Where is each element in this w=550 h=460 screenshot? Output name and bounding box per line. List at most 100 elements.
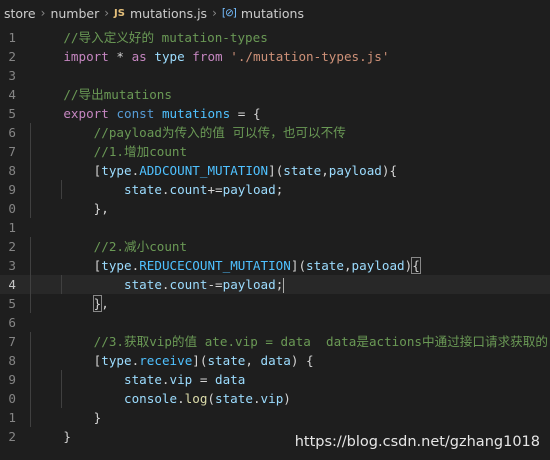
token: type xyxy=(101,163,132,178)
code-text: } xyxy=(33,427,71,446)
token: }, xyxy=(93,201,109,216)
token: , xyxy=(321,163,329,178)
javascript-file-icon: JS xyxy=(114,7,125,19)
code-line[interactable]: 2 //2.减小count xyxy=(0,237,550,256)
token: count xyxy=(169,277,208,292)
code-line[interactable]: 1 } xyxy=(0,408,550,427)
token: type xyxy=(154,49,185,64)
code-text: //导出mutations xyxy=(33,85,172,104)
line-number: 4 xyxy=(8,277,16,292)
token: state xyxy=(306,258,344,273)
line-number: 2 xyxy=(8,429,16,444)
token: //导出mutations xyxy=(63,87,172,102)
code-line[interactable]: 6 xyxy=(0,313,550,332)
indent-guide xyxy=(30,294,32,313)
token: export xyxy=(63,106,109,121)
line-number: 4 xyxy=(8,87,16,102)
token: //导入定义好的 mutation-types xyxy=(63,30,268,45)
chevron-right-icon: › xyxy=(104,6,110,20)
code-line[interactable]: 9 state.vip = data xyxy=(0,370,550,389)
line-number: 8 xyxy=(8,353,16,368)
breadcrumb-item-store[interactable]: store xyxy=(4,6,36,21)
token: } xyxy=(93,410,102,425)
line-number: 8 xyxy=(8,163,16,178)
code-line[interactable]: 2 import * as type from './mutation-type… xyxy=(0,47,550,66)
line-number: 2 xyxy=(8,49,16,64)
code-text: //3.获取vip的值 ate.vip = data data是actions中… xyxy=(33,332,548,351)
token: ) xyxy=(283,391,291,406)
token: { xyxy=(411,257,421,274)
code-line[interactable]: 5 }, xyxy=(0,294,550,313)
code-line[interactable]: 0 console.log(state.vip) xyxy=(0,389,550,408)
indent-guide xyxy=(30,142,32,161)
token: vip xyxy=(260,391,284,406)
line-number: 5 xyxy=(8,106,16,121)
breadcrumb-item-file[interactable]: mutations.js xyxy=(130,6,207,21)
code-line[interactable]: 8 [type.ADDCOUNT_MUTATION](state,payload… xyxy=(0,161,550,180)
code-text: //导入定义好的 mutation-types xyxy=(33,28,268,47)
code-text: state.count-=payload; xyxy=(33,275,285,294)
token: , xyxy=(343,258,352,273)
token: ADDCOUNT_MUTATION xyxy=(139,163,269,178)
token: . xyxy=(177,391,185,406)
token: payload xyxy=(222,277,276,292)
line-number: 1 xyxy=(8,30,16,45)
watermark: https://blog.csdn.net/gzhang1018 xyxy=(294,434,540,450)
code-text: [type.receive](state, data) { xyxy=(33,351,314,370)
token: ]( xyxy=(192,353,208,368)
indent-guide xyxy=(30,237,32,256)
line-number: 7 xyxy=(8,144,16,159)
token: payload xyxy=(328,163,382,178)
token: import xyxy=(63,49,109,64)
token: ) { xyxy=(290,353,314,368)
code-text: [type.ADDCOUNT_MUTATION](state,payload){ xyxy=(33,161,397,180)
code-line[interactable]: 1 //导入定义好的 mutation-types xyxy=(0,28,550,47)
line-number: 0 xyxy=(8,201,16,216)
token: const xyxy=(116,106,155,121)
code-editor[interactable]: 1 //导入定义好的 mutation-types 2 import * as t… xyxy=(0,28,550,446)
token: ]( xyxy=(268,163,284,178)
code-line[interactable]: 4 state.count-=payload; xyxy=(0,275,550,294)
token: type xyxy=(101,353,132,368)
line-number: 5 xyxy=(8,296,16,311)
code-line[interactable]: 9 state.count+=payload; xyxy=(0,180,550,199)
token: mutations xyxy=(161,106,231,121)
code-line[interactable]: 6 //payload为传入的值 可以传，也可以不传 xyxy=(0,123,550,142)
code-line[interactable]: 7 //1.增加count xyxy=(0,142,550,161)
code-text: state.count+=payload; xyxy=(33,180,283,199)
line-number: 9 xyxy=(8,372,16,387)
token: state xyxy=(283,163,322,178)
breadcrumb-item-symbol[interactable]: mutations xyxy=(241,6,304,21)
token: , xyxy=(101,296,109,311)
token: -= xyxy=(207,277,223,292)
code-line[interactable]: 0 }, xyxy=(0,199,550,218)
code-line[interactable]: 1 xyxy=(0,218,550,237)
code-line[interactable]: 3 [type.REDUCECOUNT_MUTATION](state,payl… xyxy=(0,256,550,275)
code-text: export const mutations = { xyxy=(33,104,260,123)
variable-symbol-icon: [⊘] xyxy=(221,7,237,19)
code-line[interactable]: 4 //导出mutations xyxy=(0,85,550,104)
line-number: 2 xyxy=(8,239,16,254)
code-line[interactable]: 3 xyxy=(0,66,550,85)
token: ]( xyxy=(290,258,307,273)
token: console xyxy=(124,391,178,406)
breadcrumb-item-number[interactable]: number xyxy=(50,6,99,21)
code-line[interactable]: 7 //3.获取vip的值 ate.vip = data data是action… xyxy=(0,332,550,351)
token: ; xyxy=(275,277,284,292)
token: REDUCECOUNT_MUTATION xyxy=(139,258,291,273)
token: . xyxy=(161,182,170,197)
token: as xyxy=(131,49,147,64)
token: ; xyxy=(275,182,284,197)
code-line[interactable]: 8 [type.receive](state, data) { xyxy=(0,351,550,370)
code-line[interactable]: 5 export const mutations = { xyxy=(0,104,550,123)
token: './mutation-types.js' xyxy=(230,49,390,64)
